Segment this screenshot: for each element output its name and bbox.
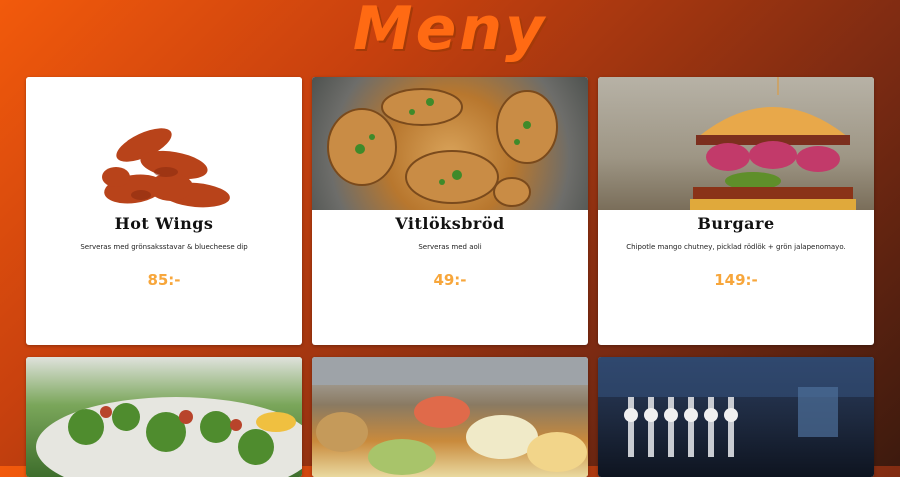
- bar-taps-image: [598, 357, 874, 477]
- menu-card-garlic-bread[interactable]: Vitlöksbröd Serveras med aoli 49:-: [312, 77, 588, 345]
- wings-image: [26, 77, 302, 210]
- salad-image: [26, 357, 302, 477]
- page-title: Meny: [352, 0, 548, 64]
- garlic-bread-image: [312, 77, 588, 210]
- menu-card-salad[interactable]: [26, 357, 302, 477]
- menu-item-description: Chipotle mango chutney, picklad rödlök +…: [626, 243, 846, 251]
- menu-card-deli[interactable]: [312, 357, 588, 477]
- deli-counter-image: [312, 357, 588, 477]
- menu-item-price: 85:-: [147, 271, 181, 289]
- menu-item-description: Serveras med aoli: [418, 243, 482, 251]
- menu-item-description: Serveras med grönsaksstavar & bluecheese…: [80, 243, 248, 251]
- menu-item-name: Hot Wings: [114, 214, 214, 233]
- menu-card-hot-wings[interactable]: Hot Wings Serveras med grönsaksstavar & …: [26, 77, 302, 345]
- menu-item-name: Burgare: [697, 214, 775, 233]
- menu-card-burger[interactable]: Burgare Chipotle mango chutney, picklad …: [598, 77, 874, 345]
- menu-card-bar[interactable]: [598, 357, 874, 477]
- menu-item-price: 49:-: [433, 271, 467, 289]
- menu-item-name: Vitlöksbröd: [395, 214, 505, 233]
- burger-image: [598, 77, 874, 210]
- menu-item-price: 149:-: [714, 271, 758, 289]
